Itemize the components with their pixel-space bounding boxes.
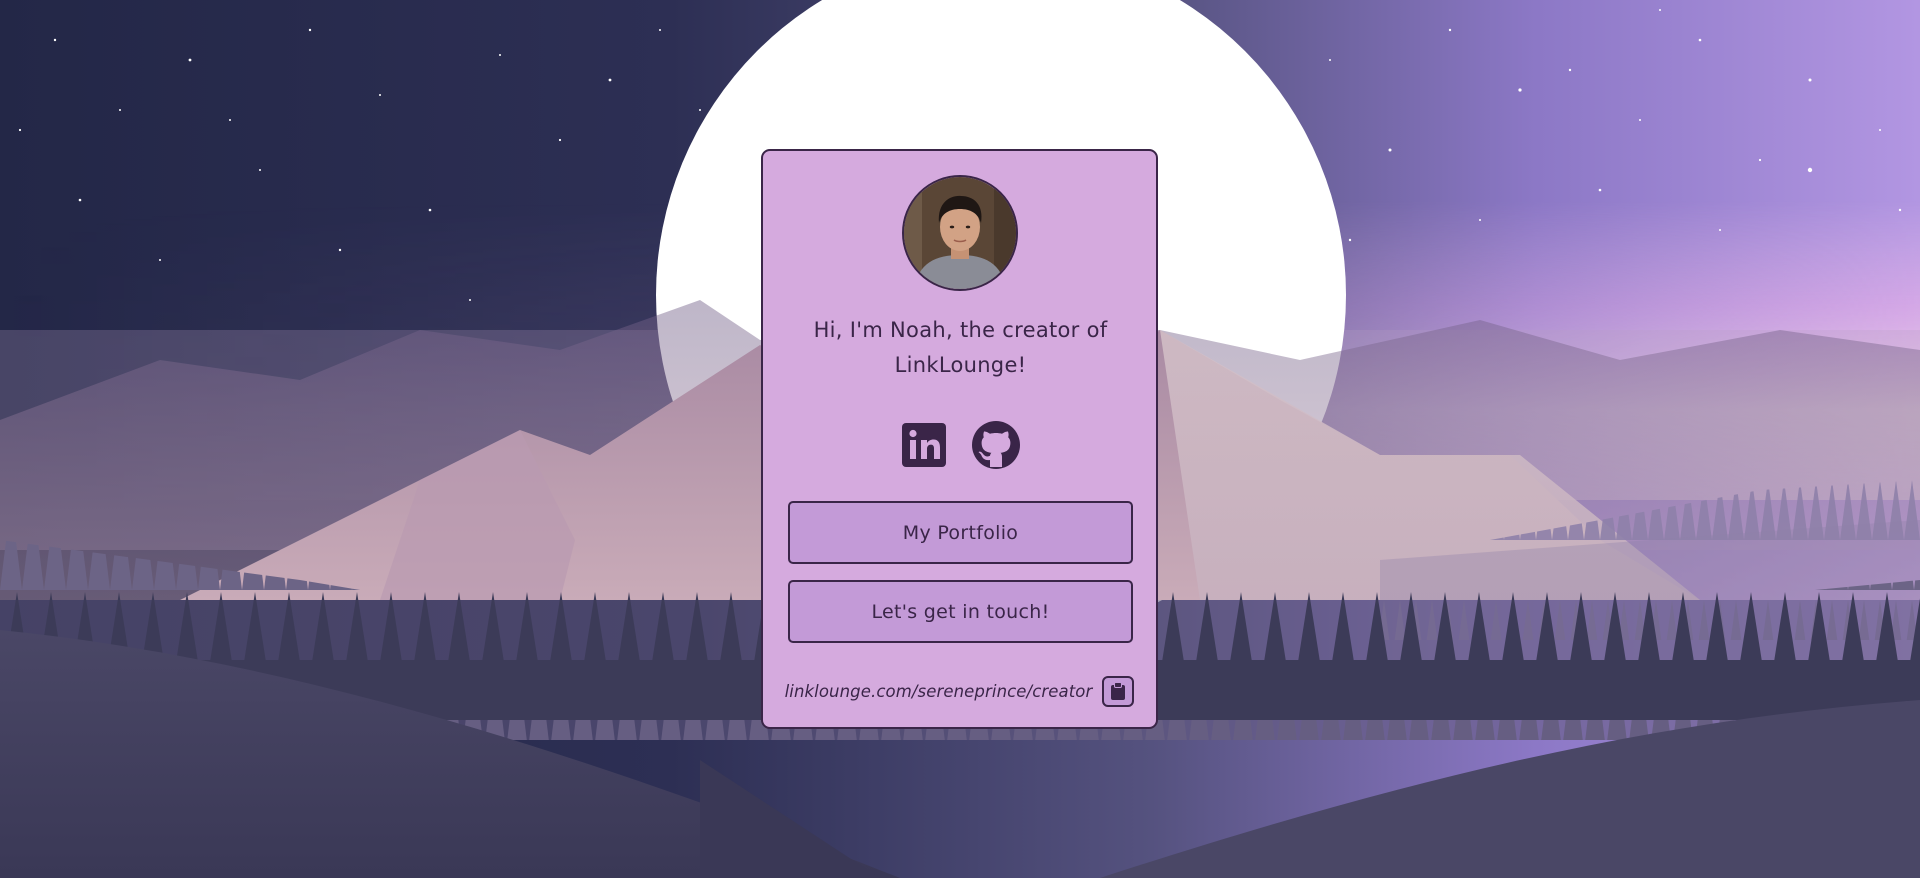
share-url-row: linklounge.com/sereneprince/creator: [763, 674, 1156, 708]
share-url: linklounge.com/sereneprince/creator: [784, 681, 1093, 701]
linkedin-link[interactable]: [900, 421, 948, 469]
linkedin-icon: [901, 423, 946, 467]
contact-button[interactable]: Let's get in touch!: [788, 580, 1133, 643]
github-link[interactable]: [971, 421, 1020, 469]
profile-photo-icon: [904, 177, 1016, 289]
portfolio-button[interactable]: My Portfolio: [788, 501, 1133, 564]
greeting-text: Hi, I'm Noah, the creator of LinkLounge!: [813, 318, 1108, 377]
avatar: [902, 175, 1018, 291]
profile-card: Hi, I'm Noah, the creator of LinkLounge!…: [761, 149, 1158, 729]
copy-url-button[interactable]: [1102, 675, 1135, 707]
clipboard-icon: [1111, 682, 1126, 700]
social-links: [763, 421, 1156, 469]
github-icon: [971, 421, 1020, 469]
